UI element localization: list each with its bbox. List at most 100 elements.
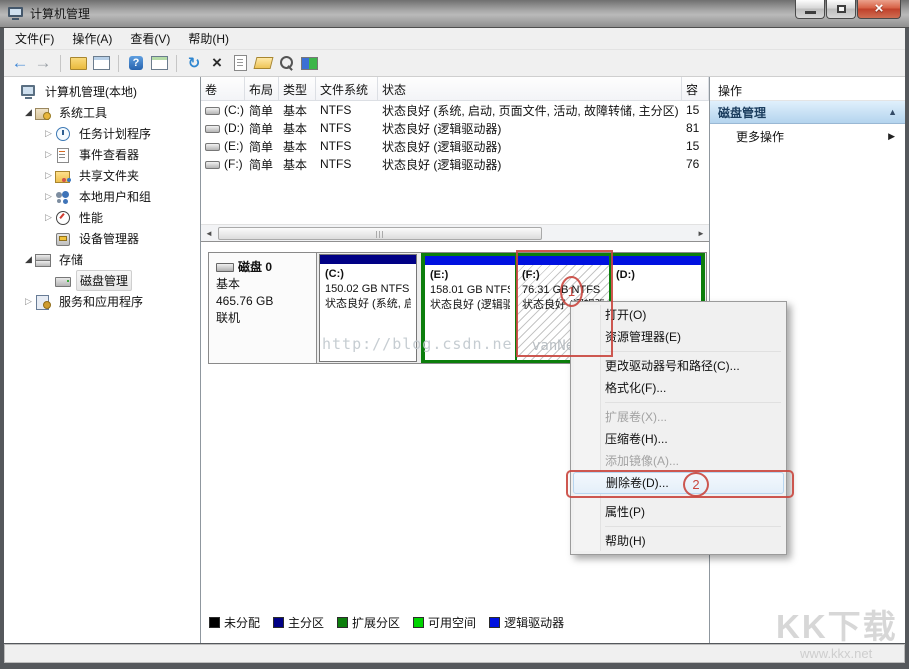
forward-icon[interactable] bbox=[33, 53, 53, 73]
tree-item-performance[interactable]: 性能 bbox=[4, 207, 200, 228]
volume-capacity: 15 bbox=[682, 139, 709, 153]
disk-icon bbox=[55, 274, 71, 288]
close-icon bbox=[875, 0, 884, 18]
tree-item-system-tools[interactable]: 系统工具 bbox=[4, 102, 200, 123]
window-title: 计算机管理 bbox=[30, 5, 90, 22]
legend-swatch bbox=[273, 617, 284, 628]
volume-row-d[interactable]: (D:) 简单 基本 NTFS 状态良好 (逻辑驱动器) 81 bbox=[201, 119, 709, 137]
volume-row-e[interactable]: (E:) 简单 基本 NTFS 状态良好 (逻辑驱动器) 15 bbox=[201, 137, 709, 155]
menu-item-change-drive-letter[interactable]: 更改驱动器号和路径(C)... bbox=[573, 355, 784, 377]
tree-item-shared-folders[interactable]: 共享文件夹 bbox=[4, 165, 200, 186]
submenu-arrow-icon bbox=[888, 131, 895, 142]
statusbar bbox=[4, 644, 905, 663]
tree-item-event-viewer[interactable]: 事件查看器 bbox=[4, 144, 200, 165]
volume-status: 状态良好 (逻辑驱动器) bbox=[378, 156, 682, 173]
refresh-icon[interactable] bbox=[184, 53, 204, 73]
partition-e[interactable]: (E:) 158.01 GB NTFS 状态良好 (逻辑驱动器) bbox=[425, 256, 515, 360]
tree-item-task-scheduler[interactable]: 任务计划程序 bbox=[4, 123, 200, 144]
tree-item-local-users[interactable]: 本地用户和组 bbox=[4, 186, 200, 207]
close-button[interactable] bbox=[857, 0, 901, 19]
action-pane-icon[interactable] bbox=[149, 53, 169, 73]
expand-icon[interactable] bbox=[42, 170, 55, 181]
help-icon[interactable] bbox=[126, 53, 146, 73]
menu-item-shrink-volume[interactable]: 压缩卷(H)... bbox=[573, 428, 784, 450]
column-filesystem[interactable]: 文件系统 bbox=[316, 77, 378, 101]
volume-list-header: 卷 布局 类型 文件系统 状态 容 bbox=[201, 77, 709, 101]
more-actions-item[interactable]: 更多操作 bbox=[710, 124, 905, 149]
delete-icon[interactable] bbox=[207, 53, 227, 73]
tree-item-storage[interactable]: 存储 bbox=[4, 249, 200, 270]
tree-item-device-manager[interactable]: 设备管理器 bbox=[4, 228, 200, 249]
expand-icon[interactable] bbox=[42, 191, 55, 202]
menu-view[interactable]: 查看(V) bbox=[121, 27, 179, 50]
partition-c[interactable]: (C:) 150.02 GB NTFS 状态良好 (系统, 启动, 页面文件, … bbox=[319, 254, 417, 362]
find-icon[interactable] bbox=[276, 53, 296, 73]
volume-type: 基本 bbox=[279, 102, 316, 119]
scroll-right-icon[interactable] bbox=[694, 227, 708, 240]
column-capacity[interactable]: 容 bbox=[682, 77, 709, 101]
logical-drive-bar bbox=[611, 256, 701, 265]
restore-icon bbox=[837, 5, 846, 13]
disk-name: 磁盘 0 bbox=[238, 259, 272, 276]
actions-section-disk-management[interactable]: 磁盘管理 bbox=[710, 101, 905, 124]
volume-row-f[interactable]: (F:) 简单 基本 NTFS 状态良好 (逻辑驱动器) 76 bbox=[201, 155, 709, 173]
volume-capacity: 81 bbox=[682, 121, 709, 135]
volume-name: (E:) bbox=[224, 139, 243, 153]
services-icon bbox=[35, 295, 51, 309]
tree-item-services-apps[interactable]: 服务和应用程序 bbox=[4, 291, 200, 312]
properties-icon[interactable] bbox=[230, 53, 250, 73]
scroll-left-icon[interactable] bbox=[202, 227, 216, 240]
annotation-circle-2: 2 bbox=[683, 472, 709, 497]
expand-icon[interactable] bbox=[22, 107, 35, 118]
volume-layout: 简单 bbox=[245, 138, 279, 155]
expand-icon[interactable] bbox=[42, 128, 55, 139]
scrollbar-thumb[interactable] bbox=[218, 227, 542, 240]
column-status[interactable]: 状态 bbox=[378, 77, 682, 101]
restore-button[interactable] bbox=[826, 0, 856, 19]
horizontal-scrollbar[interactable] bbox=[201, 224, 709, 241]
minimize-button[interactable] bbox=[795, 0, 825, 19]
column-volume[interactable]: 卷 bbox=[201, 77, 245, 101]
menu-item-extend-volume: 扩展卷(X)... bbox=[573, 406, 784, 428]
partition-status: 状态良好 (逻辑驱动器) bbox=[430, 298, 510, 313]
legend-extended: 扩展分区 bbox=[337, 614, 400, 631]
collapse-icon[interactable] bbox=[888, 107, 897, 117]
disk-status: 联机 bbox=[216, 310, 309, 327]
toolbar-separator bbox=[118, 55, 119, 72]
drive-icon bbox=[205, 107, 220, 115]
menu-separator bbox=[605, 351, 781, 352]
expand-icon[interactable] bbox=[22, 296, 35, 307]
tree-item-computer-management[interactable]: 计算机管理(本地) bbox=[4, 81, 200, 102]
expand-icon[interactable] bbox=[22, 254, 35, 265]
volume-row-c[interactable]: (C:) 简单 基本 NTFS 状态良好 (系统, 启动, 页面文件, 活动, … bbox=[201, 101, 709, 119]
menubar: 文件(F) 操作(A) 查看(V) 帮助(H) bbox=[4, 28, 905, 50]
partition-size: 158.01 GB NTFS bbox=[430, 283, 510, 298]
volume-type: 基本 bbox=[279, 120, 316, 137]
back-icon[interactable] bbox=[10, 53, 30, 73]
legend-swatch bbox=[489, 617, 500, 628]
window-pane-icon[interactable] bbox=[91, 53, 111, 73]
menu-item-properties[interactable]: 属性(P) bbox=[573, 501, 784, 523]
annotation-rect-delete-volume bbox=[566, 470, 794, 498]
disk-management-icon[interactable] bbox=[299, 53, 319, 73]
primary-partition-bar bbox=[320, 255, 416, 264]
console-tree-icon[interactable] bbox=[68, 53, 88, 73]
column-layout[interactable]: 布局 bbox=[245, 77, 279, 101]
menu-item-help[interactable]: 帮助(H) bbox=[573, 530, 784, 552]
performance-icon bbox=[55, 211, 71, 225]
expand-icon[interactable] bbox=[42, 212, 55, 223]
toolbar-separator bbox=[60, 55, 61, 72]
column-type[interactable]: 类型 bbox=[279, 77, 316, 101]
open-folder-icon[interactable] bbox=[253, 53, 273, 73]
menu-help[interactable]: 帮助(H) bbox=[179, 27, 238, 50]
tree-item-disk-management[interactable]: 磁盘管理 bbox=[4, 270, 200, 291]
volume-capacity: 15 bbox=[682, 103, 709, 117]
expand-icon[interactable] bbox=[42, 149, 55, 160]
menu-file[interactable]: 文件(F) bbox=[6, 27, 63, 50]
disk-0-info[interactable]: 磁盘 0 基本 465.76 GB 联机 bbox=[209, 253, 317, 363]
menu-action[interactable]: 操作(A) bbox=[63, 27, 121, 50]
shared-folders-icon bbox=[55, 169, 71, 183]
volume-status: 状态良好 (逻辑驱动器) bbox=[378, 138, 682, 155]
legend-primary: 主分区 bbox=[273, 614, 324, 631]
menu-item-format[interactable]: 格式化(F)... bbox=[573, 377, 784, 399]
